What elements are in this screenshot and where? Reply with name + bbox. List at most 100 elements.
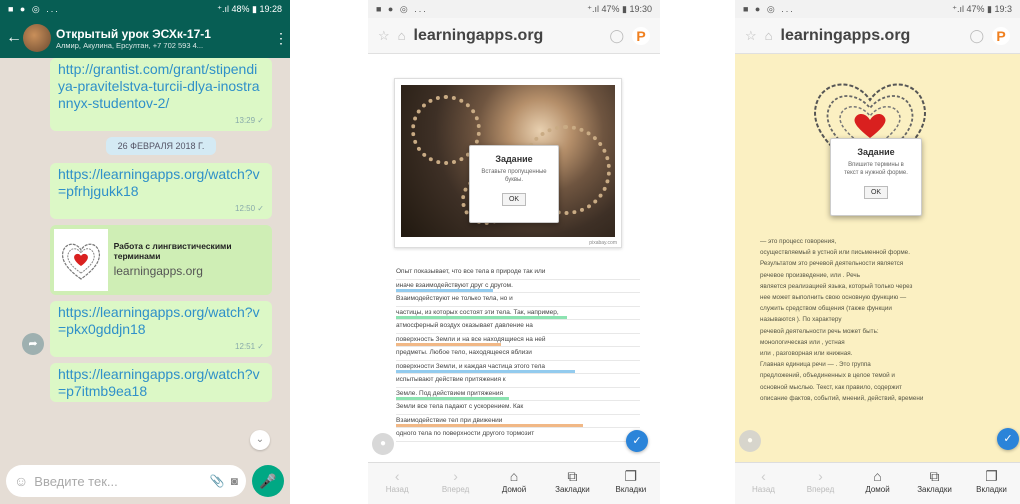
home-icon[interactable]: ⌂	[398, 28, 406, 43]
text-line-content: Взаимодействие тел при движении	[396, 416, 503, 424]
nav-glyph-icon: ⧉	[929, 468, 940, 484]
browser-bottom-nav: ‹ Назад › Вперед ⌂ Домой ⧉ Закладки ❐ Вкладки	[368, 462, 660, 504]
url-text[interactable]: learningapps.org	[781, 27, 962, 45]
message-bubble[interactable]: http://grantist.com/grant/stipendiya-pra…	[50, 58, 272, 131]
nav-Назад[interactable]: ‹ Назад	[368, 463, 426, 504]
text-line: поверхности Земли, и каждая частица этог…	[396, 361, 640, 374]
nav-Домой[interactable]: ⌂ Домой	[485, 463, 543, 504]
drag-chip-stripe[interactable]	[396, 369, 575, 373]
text-line-content: иначе взаимодействуют друг с другом.	[396, 281, 513, 289]
group-avatar[interactable]	[23, 24, 51, 52]
message-link[interactable]: https://learningapps.org/watch?v=pfrhjgu…	[58, 166, 264, 200]
status-battery-time: ⁺.ıl 47% ▮ 19:30	[587, 3, 652, 14]
address-bar[interactable]: ☆ ⌂ learningapps.org ◯ P	[368, 18, 660, 54]
text-line-content: атмосферный воздух оказывает давление на	[396, 322, 533, 329]
nav-label: Закладки	[555, 485, 590, 494]
ok-button[interactable]: OK	[501, 193, 527, 206]
text-line-content: монологическая или , устная	[760, 338, 845, 346]
forward-icon[interactable]: ➦	[22, 333, 44, 355]
text-line-content: описание фактов, событий, мнений, действ…	[760, 394, 924, 402]
nav-Домой[interactable]: ⌂ Домой	[849, 463, 906, 504]
menu-badge-icon[interactable]: P	[992, 26, 1010, 45]
attach-icon[interactable]: 📎	[210, 474, 225, 488]
text-line: служить средством общения (также функции	[760, 303, 1006, 314]
nav-glyph-icon: ‹	[394, 468, 400, 484]
status-icons: ■ ● ◎ ...	[8, 3, 60, 14]
whatsapp-screen: ■ ● ◎ ... ⁺.ıl 48% ▮ 19:28 ← Открытый ур…	[0, 0, 290, 504]
nav-glyph-icon: ›	[453, 468, 458, 484]
reload-icon[interactable]: ◯	[609, 28, 624, 44]
url-text[interactable]: learningapps.org	[414, 27, 602, 45]
link-preview[interactable]: Работа с лингвистическими терминами lear…	[54, 229, 268, 291]
drag-chip-stripe[interactable]	[396, 423, 583, 427]
nav-Вкладки[interactable]: ❐ Вкладки	[602, 463, 660, 504]
nav-Закладки[interactable]: ⧉ Закладки	[543, 463, 601, 504]
chat-title-block[interactable]: Открытый урок ЭСХк-17-1 Алмир, Акулина, …	[56, 27, 269, 50]
browser-screen-2: ■ ● ◎ ... ⁺.ıl 47% ▮ 19:3 ☆ ⌂ learningap…	[735, 0, 1020, 504]
message-bubble[interactable]: https://learningapps.org/watch?v=pfrhjgu…	[50, 163, 272, 219]
message-input[interactable]: ☺ Введите тек... 📎 ◙	[6, 465, 246, 497]
text-line-content: Взаимодействуют не только тела, но и	[396, 295, 513, 302]
text-line: называются ). По характеру	[760, 314, 1006, 325]
message-list[interactable]: http://grantist.com/grant/stipendiya-pra…	[0, 58, 290, 460]
text-line-content: предметы. Любое тело, находящееся вблизи	[396, 349, 532, 356]
status-battery-time: ⁺.ıl 47% ▮ 19:3	[952, 3, 1012, 14]
nav-Вперед[interactable]: › Вперед	[792, 463, 849, 504]
text-line: описание фактов, событий, мнений, действ…	[760, 393, 1006, 404]
reload-icon[interactable]: ◯	[969, 28, 984, 44]
drag-chip-stripe[interactable]	[396, 396, 509, 400]
mic-icon[interactable]: 🎤	[252, 465, 284, 497]
message-link[interactable]: http://grantist.com/grant/stipendiya-pra…	[58, 61, 264, 112]
text-line: основной мыслью. Текст, как правило, сод…	[760, 382, 1006, 393]
text-line-content: нее может выполнить свою основную функци…	[760, 294, 907, 302]
message-link[interactable]: https://learningapps.org/watch?v=p7itmb9…	[58, 366, 264, 400]
text-line-content: частицы, из которых состоят эти тела. Та…	[396, 308, 559, 316]
address-bar[interactable]: ☆ ⌂ learningapps.org ◯ P	[735, 18, 1020, 54]
text-line-content: предложений, объединенных в целое темой …	[760, 372, 895, 380]
star-icon[interactable]: ☆	[745, 28, 757, 44]
nav-label: Домой	[865, 485, 890, 494]
text-line: или , разговорная или книжная.	[760, 348, 1006, 359]
check-fab-icon[interactable]: ✓	[997, 428, 1019, 450]
home-icon[interactable]: ⌂	[765, 28, 773, 43]
ok-button[interactable]: OK	[863, 186, 889, 199]
nav-Назад[interactable]: ‹ Назад	[735, 463, 792, 504]
message-bubble[interactable]: https://learningapps.org/watch?v=pkx0gdd…	[50, 301, 272, 357]
text-line: предметы. Любое тело, находящееся вблизи	[396, 347, 640, 361]
drag-chip-stripe[interactable]	[396, 315, 567, 319]
camera-icon[interactable]: ◙	[231, 474, 238, 488]
status-icons: ■ ● ◎ ...	[743, 3, 795, 14]
drag-chip-stripe[interactable]	[396, 288, 493, 292]
message-link[interactable]: https://learningapps.org/watch?v=pkx0gdd…	[58, 304, 264, 338]
nav-Вкладки[interactable]: ❐ Вкладки	[963, 463, 1020, 504]
date-separator: 26 ФЕВРАЛЯ 2018 Г.	[106, 137, 216, 155]
back-arrow-icon[interactable]: ←	[6, 29, 22, 47]
chat-members: Алмир, Акулина, Ерсултан, +7 702 593 4..…	[56, 40, 204, 50]
text-line: предложений, объединенных в целое темой …	[760, 370, 1006, 381]
link-preview-bubble[interactable]: Работа с лингвистическими терминами lear…	[50, 225, 272, 295]
text-line: Опыт показывает, что все тела в природе …	[396, 266, 640, 280]
nav-Закладки[interactable]: ⧉ Закладки	[906, 463, 963, 504]
text-line: Главная единица речи — . Это группа	[760, 359, 1006, 370]
drag-chip-stripe[interactable]	[396, 342, 501, 346]
scroll-down-icon[interactable]: ⌄	[250, 430, 270, 450]
nav-label: Вперед	[806, 485, 835, 494]
text-line: речевой деятельности речь может быть:	[760, 326, 1006, 337]
text-line: одного тела по поверхности другого тормо…	[396, 428, 640, 442]
nav-label: Вкладки	[615, 485, 647, 494]
more-options-icon[interactable]: ⋮	[274, 30, 288, 47]
browser-bottom-nav: ‹ Назад › Вперед ⌂ Домой ⧉ Закладки ❐ Вкладки	[735, 462, 1020, 504]
message-bubble[interactable]: https://learningapps.org/watch?v=p7itmb9…	[50, 363, 272, 402]
task-dialog: Задание Впишите термины в текст в нужной…	[830, 138, 922, 216]
text-line-content: речевое произведение, или . Речь	[760, 271, 860, 279]
input-placeholder: Введите тек...	[34, 473, 118, 489]
message-time: 12:50 ✓	[235, 204, 264, 213]
check-fab-icon[interactable]: ✓	[626, 430, 648, 452]
emoji-icon[interactable]: ☺	[14, 473, 28, 489]
nav-glyph-icon: ‹	[761, 468, 766, 484]
star-icon[interactable]: ☆	[378, 28, 390, 44]
text-line: иначе взаимодействуют друг с другом.	[396, 280, 640, 293]
text-line: Взаимодействуют не только тела, но и	[396, 293, 640, 307]
nav-Вперед[interactable]: › Вперед	[426, 463, 484, 504]
menu-badge-icon[interactable]: P	[632, 26, 650, 45]
